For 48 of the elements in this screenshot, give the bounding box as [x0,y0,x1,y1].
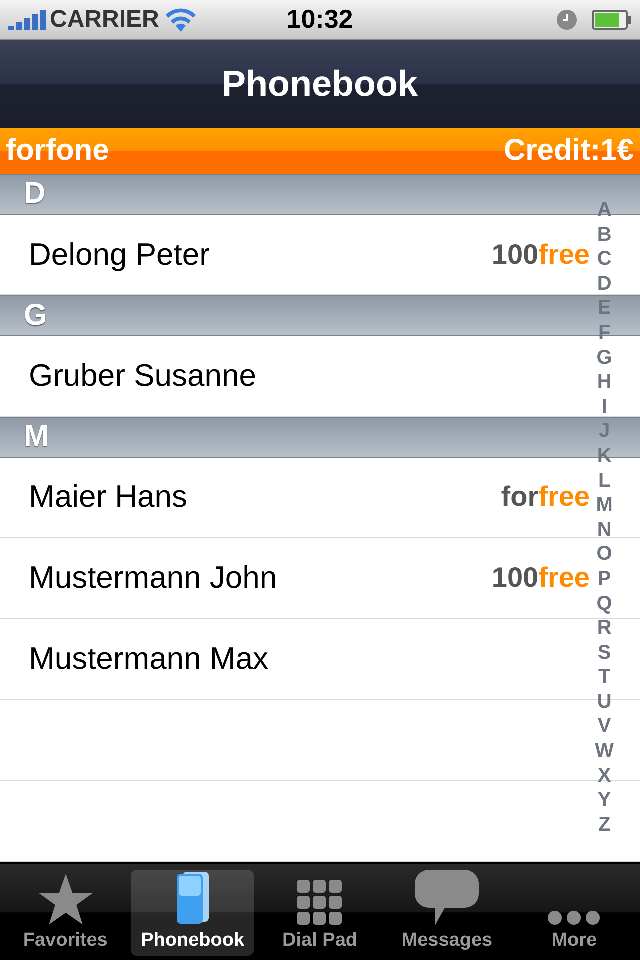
index-letter[interactable]: D [597,272,612,296]
index-letter[interactable]: S [598,640,612,666]
free-call-label: forfree [501,481,590,514]
brand-name: forfone [6,134,110,168]
battery-icon [592,10,632,30]
index-letter[interactable]: I [602,394,608,420]
index-letter[interactable]: L [598,468,611,494]
credit-label: Credit:1€ [504,134,634,168]
book-icon [174,870,211,926]
signal-icon [8,10,46,30]
tab[interactable]: Phonebook [131,870,254,956]
index-letter[interactable]: O [596,542,612,567]
carrier-name: CARRIER [50,6,160,34]
index-letter[interactable]: M [596,493,613,518]
index-letter[interactable]: X [598,764,612,788]
alarm-clock-icon [556,8,578,30]
index-letter[interactable]: G [596,346,612,370]
index-letter[interactable]: C [597,247,612,272]
clock-time: 10:32 [286,4,354,35]
index-letter[interactable]: Z [598,812,611,838]
contact-name: Gruber Susanne [29,358,256,394]
more-icon [547,910,602,926]
wifi-icon [165,8,198,32]
index-letter[interactable]: P [598,566,612,592]
index-letter[interactable]: B [597,222,612,248]
free-call-label: 100free [492,562,590,594]
tab[interactable]: More [512,870,636,956]
speech-bubble-icon [415,870,480,926]
contact-name: Mustermann John [29,560,278,596]
contact-name: Maier Hans [29,479,188,516]
index-letter[interactable]: V [598,714,612,740]
tab[interactable]: Favorites [4,870,128,956]
index-letter[interactable]: H [597,370,612,395]
contact-name: Delong Peter [29,236,210,273]
index-letter[interactable]: Y [598,788,612,813]
screen-title: Phonebook [222,63,418,105]
tab[interactable]: Messages [386,870,509,956]
tab[interactable]: Dial Pad [258,870,382,956]
section-letter: G [24,298,48,333]
index-letter[interactable]: Q [596,592,612,616]
star-icon [38,874,93,926]
index-letter[interactable]: T [598,665,611,690]
section-letter: M [24,420,49,454]
index-letter[interactable]: W [595,739,614,764]
keypad-icon [297,880,343,926]
section-letter: D [24,177,46,212]
free-call-label: 100free [492,238,590,271]
contact-name: Mustermann Max [29,641,268,678]
